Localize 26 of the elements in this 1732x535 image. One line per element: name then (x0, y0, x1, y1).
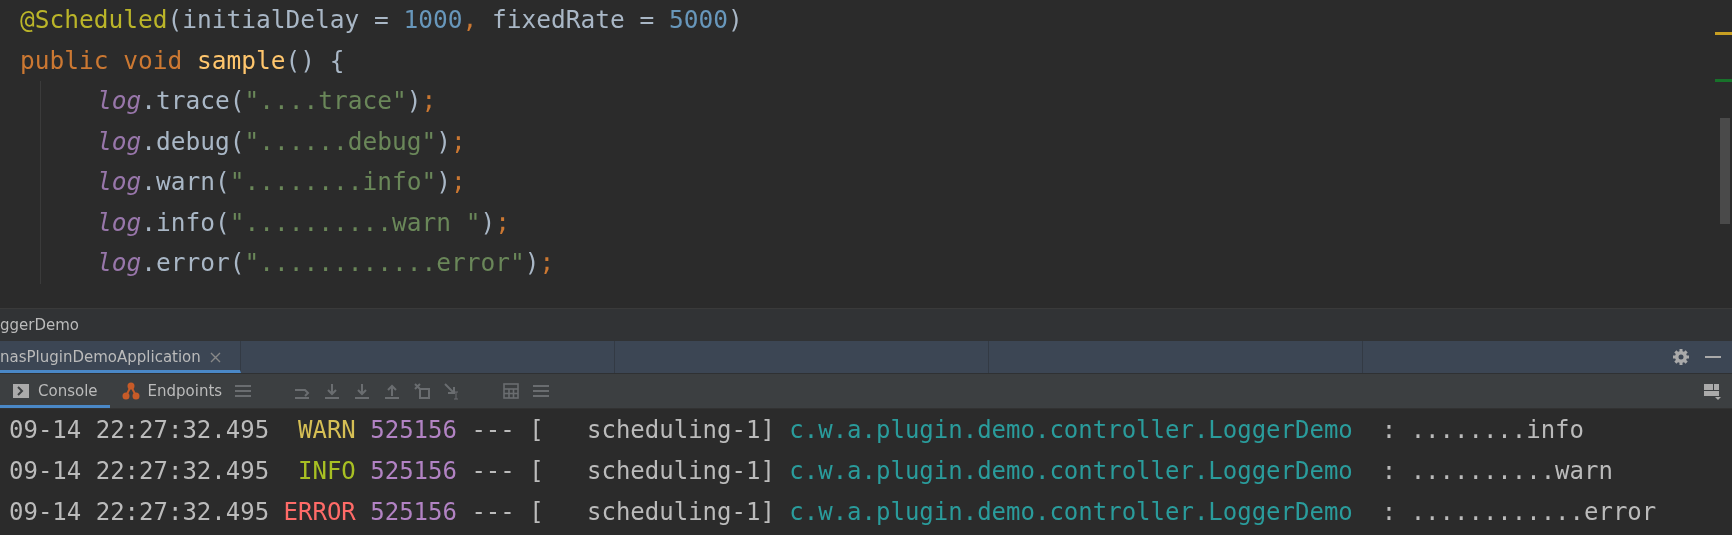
code-line: log.info("..........warn "); (97, 206, 511, 239)
table-icon[interactable] (502, 382, 521, 400)
layout-icon[interactable] (1703, 381, 1722, 401)
upload-icon[interactable] (383, 382, 402, 400)
log-line: 09-14 22:27:32.495 WARN 525156 --- [ scheduling-1] c.w.a.plugin.demo.controller.LoggerDemo : ........info (8, 415, 1586, 446)
settings-icon[interactable] (1672, 348, 1690, 366)
console-icon (12, 382, 30, 400)
log-line: 09-14 22:27:32.495 INFO 525156 --- [ scheduling-1] c.w.a.plugin.demo.controller.LoggerDemo : ..........warn (8, 456, 1614, 487)
code-line: log.debug("......debug"); (97, 125, 466, 158)
code-line: @Scheduled(initialDelay = 1000, fixedRate = 5000) (20, 4, 743, 36)
change-marker[interactable] (1715, 79, 1732, 82)
menu-icon[interactable] (234, 382, 253, 400)
code-line: public void sample() { (20, 44, 345, 77)
endpoints-icon (121, 381, 140, 401)
scrollbar-thumb[interactable] (1720, 118, 1730, 224)
download-icon[interactable] (353, 382, 372, 400)
code-line: log.warn("........info"); (97, 166, 466, 198)
code-line: log.error("............error"); (97, 247, 555, 279)
log-line: 09-14 22:27:32.495 ERROR 525156 --- [ scheduling-1] c.w.a.plugin.demo.controller.LoggerDemo : ............error (8, 497, 1658, 528)
code-line: log.trace("....trace"); (97, 85, 437, 117)
close-icon[interactable] (208, 350, 222, 364)
clear-icon[interactable] (413, 382, 432, 400)
tool-tab[interactable]: Endpoints (109, 374, 235, 408)
download-icon[interactable] (323, 382, 342, 400)
warning-marker[interactable] (1715, 32, 1732, 35)
breadcrumb[interactable]: ggerDemo (0, 316, 79, 334)
